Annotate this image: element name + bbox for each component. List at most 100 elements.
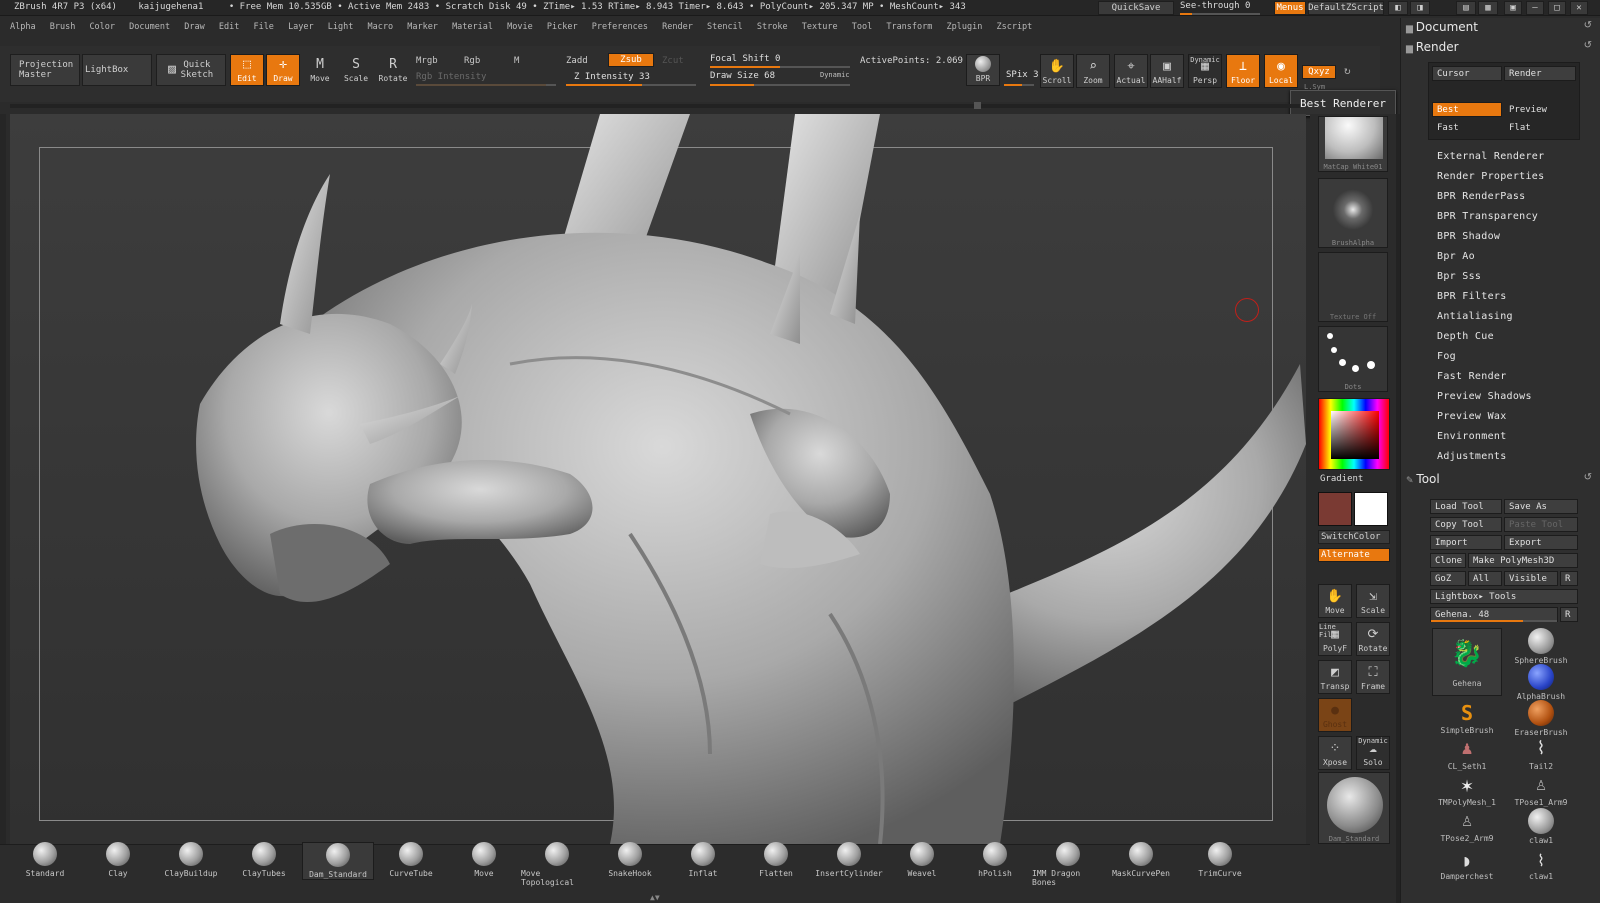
shelf-expand-icon[interactable]: ▲▼ [650,893,660,902]
scroll-button[interactable]: ✋ Scroll [1040,54,1074,88]
shelf-move-button[interactable]: ✋ Move [1318,584,1352,618]
zcut-button[interactable]: Zcut [662,56,684,66]
gradient-label[interactable]: Gradient [1320,474,1363,484]
polyf-button[interactable]: Line Fill ▦ PolyF [1318,622,1352,656]
bpr-transparency-item[interactable]: BPR Transparency [1437,211,1538,222]
brush-flatten[interactable]: Flatten [740,842,812,878]
menu-marker[interactable]: Marker [407,18,438,36]
goz-visible-button[interactable]: Visible [1504,571,1558,586]
scale-button[interactable]: S Scale [340,54,372,86]
ghost-button[interactable]: ● Ghost [1318,698,1352,732]
focal-shift-track[interactable] [710,66,850,68]
menu-texture[interactable]: Texture [802,18,838,36]
close-icon[interactable]: ✕ [1570,1,1588,15]
menu-material[interactable]: Material [452,18,493,36]
menu-file[interactable]: File [253,18,273,36]
shelf-rotate-button[interactable]: ⟳ Rotate [1356,622,1390,656]
window-tool-icon-1[interactable]: ◧ [1388,1,1408,15]
menu-stencil[interactable]: Stencil [707,18,743,36]
tool-section-header[interactable]: ✎ Tool ↺ [1406,472,1592,488]
render-properties-item[interactable]: Render Properties [1437,171,1544,182]
goz-r-button[interactable]: R [1560,571,1578,586]
transp-button[interactable]: ◩ Transp [1318,660,1352,694]
render-section-header[interactable]: ▆ Render ↺ [1406,40,1592,56]
save-as-button[interactable]: Save As [1504,499,1578,514]
menu-document[interactable]: Document [129,18,170,36]
quicksave-button[interactable]: QuickSave [1098,1,1174,15]
rgb-button[interactable]: Rgb [464,56,480,66]
bpr-shadow-item[interactable]: BPR Shadow [1437,231,1500,242]
texture-slot[interactable]: Texture Off [1318,252,1388,322]
xpose-button[interactable]: ⁘ Xpose [1318,736,1352,770]
tool-thumb-tpose2-arm9[interactable]: ♙ TPose2_Arm9 [1432,808,1502,843]
solo-button[interactable]: Dynamic ☁ Solo [1356,736,1390,770]
export-button[interactable]: Export [1504,535,1578,550]
edit-button[interactable]: ⬚ Edit [230,54,264,86]
environment-item[interactable]: Environment [1437,431,1507,442]
rgb-intensity-slider[interactable]: Rgb Intensity [416,72,486,82]
menu-edit[interactable]: Edit [219,18,239,36]
lightbox-button[interactable]: LightBox [82,54,152,86]
menu-macro[interactable]: Macro [368,18,394,36]
brush-maskcurvepen[interactable]: MaskCurvePen [1105,842,1177,878]
document-reset-icon[interactable]: ↺ [1584,20,1592,31]
flat-render-button[interactable]: Flat [1504,120,1576,135]
brush-claybuildup[interactable]: ClayBuildup [155,842,227,878]
menu-layer[interactable]: Layer [288,18,314,36]
bpr-ao-item[interactable]: Bpr Ao [1437,251,1475,262]
external-renderer-item[interactable]: External Renderer [1437,151,1544,162]
goz-all-button[interactable]: All [1468,571,1502,586]
tool-thumb-eraserbrush[interactable]: EraserBrush [1506,700,1576,737]
move-button[interactable]: M Move [304,54,336,86]
persp-button[interactable]: Dynamic ▦ Persp [1188,54,1222,88]
brush-snakehook[interactable]: SnakeHook [594,842,666,878]
bpr-renderpass-item[interactable]: BPR RenderPass [1437,191,1526,202]
current-brush-dam-standard[interactable]: Dam_Standard [1318,772,1390,844]
import-button[interactable]: Import [1430,535,1502,550]
brush-trimcurve[interactable]: TrimCurve [1184,842,1256,878]
brush-alpha[interactable]: BrushAlpha [1318,178,1388,248]
projection-master-button[interactable]: Projection Master [10,54,80,86]
brush-dam-standard[interactable]: Dam_Standard [302,842,374,880]
menu-zscript[interactable]: Zscript [996,18,1032,36]
brush-move-topological[interactable]: Move Topological [521,842,593,887]
gehena-subtool-slider[interactable]: Gehena. 48 [1430,607,1558,622]
maximize-icon[interactable]: □ [1548,1,1566,15]
menu-render[interactable]: Render [662,18,693,36]
frame-button[interactable]: ⛶ Frame [1356,660,1390,694]
zadd-button[interactable]: Zadd [566,56,588,66]
brush-curvetube[interactable]: CurveTube [375,842,447,878]
tool-thumb-gehena[interactable]: 🐉 Gehena [1432,628,1502,696]
preview-render-button[interactable]: Preview [1504,102,1576,117]
right-panel-grip[interactable] [1396,114,1400,903]
load-tool-button[interactable]: Load Tool [1430,499,1502,514]
rgb-intensity-track[interactable] [416,84,556,86]
lightbox-tools-button[interactable]: Lightbox▸ Tools [1430,589,1578,604]
window-tool-icon-3[interactable]: ▤ [1456,1,1476,15]
stroke-dots[interactable]: Dots [1318,326,1388,392]
quick-sketch-button[interactable]: ▨ Quick Sketch [156,54,226,86]
bpr-filters-item[interactable]: BPR Filters [1437,291,1507,302]
paste-tool-button[interactable]: Paste Tool [1504,517,1578,532]
menu-picker[interactable]: Picker [547,18,578,36]
menu-color[interactable]: Color [89,18,115,36]
tool-thumb-claw1-b[interactable]: ⌇ claw1 [1506,850,1576,881]
default-zscript-button[interactable]: DefaultZScript [1308,1,1384,15]
draw-size-track[interactable] [710,84,850,86]
brush-hpolish[interactable]: hPolish [959,842,1031,878]
mrgb-button[interactable]: Mrgb [416,56,438,66]
fast-render-button[interactable]: Fast [1432,120,1502,135]
draw-button[interactable]: ✛ Draw [266,54,300,86]
fog-item[interactable]: Fog [1437,351,1456,362]
gehena-r-button[interactable]: R [1560,607,1578,622]
adjustments-item[interactable]: Adjustments [1437,451,1507,462]
preview-wax-item[interactable]: Preview Wax [1437,411,1507,422]
tool-thumb-spherebrush[interactable]: SphereBrush [1506,628,1576,665]
tool-thumb-tmpolymesh[interactable]: ✶ TMPolyMesh_1 [1432,772,1502,807]
z-intensity-slider[interactable]: Z Intensity 33 [574,72,650,82]
menu-transform[interactable]: Transform [886,18,932,36]
alternate-button[interactable]: Alternate [1318,548,1390,562]
aahalf-button[interactable]: ▣ AAHalf [1150,54,1184,88]
tool-thumb-claw1[interactable]: claw1 [1506,808,1576,845]
focal-shift-slider[interactable]: Focal Shift 0 [710,54,780,64]
